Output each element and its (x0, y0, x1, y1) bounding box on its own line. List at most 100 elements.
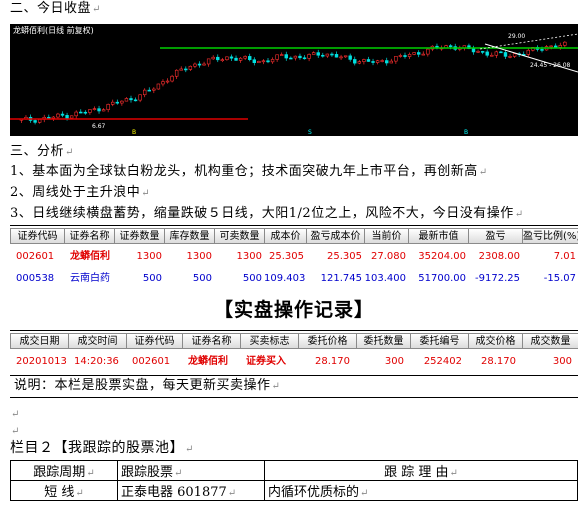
candle-body (334, 54, 339, 58)
candle-body (225, 56, 229, 61)
table-cell: 1300 (186, 251, 212, 262)
marker-b-left: B (132, 129, 136, 136)
pool-row: 短 线↵ 正泰电器 601877↵ 内循环优质标的↵ (10, 480, 578, 501)
candle-body (307, 54, 311, 59)
candle-body (83, 111, 88, 114)
candle-body (193, 63, 197, 67)
candle-body (60, 113, 65, 116)
candle-body (197, 63, 202, 66)
candle-body (47, 116, 51, 119)
candle-body (238, 57, 243, 61)
table-header-cell: 委托价格 (298, 333, 356, 349)
candle-body (220, 59, 225, 62)
candle-body (426, 48, 430, 55)
candle-body (298, 55, 302, 59)
candle-body (321, 54, 325, 57)
candle-body (558, 45, 562, 48)
candle-body (129, 98, 133, 101)
candle-body (563, 41, 567, 46)
candle-body (133, 99, 138, 102)
candle-body (339, 56, 343, 59)
candle-body (211, 56, 215, 60)
candle-body (385, 60, 389, 64)
candle-body (389, 60, 393, 64)
candle-body (394, 55, 398, 62)
table-cell: 龙蟒佰利 (188, 356, 228, 367)
table-header-cell: 证券代码 (126, 333, 182, 349)
candle-body (92, 108, 97, 110)
candle-body (33, 120, 37, 123)
table-cell: 109.403 (264, 273, 306, 284)
marker-b-right: B (464, 129, 468, 136)
candle-body (88, 109, 92, 113)
candle-body (279, 54, 284, 56)
candle-body (234, 57, 238, 61)
candle-body (252, 59, 256, 64)
candle-body (257, 60, 261, 64)
candle-body (174, 69, 179, 77)
label-right: 24.45 - 26.08 (530, 62, 571, 69)
candle-body (343, 55, 348, 58)
table-cell: 002601 (132, 356, 171, 367)
candle-body (111, 101, 115, 105)
candle-body (380, 60, 384, 62)
table-cell: 27.080 (371, 251, 406, 262)
candle-body (179, 68, 183, 71)
stock-kline-chart: 龙蟒佰利(日线 前复权) 29.00 6.67 24.45 - 26.08 B … (10, 24, 578, 136)
candle-body (170, 75, 174, 82)
table-cell: 25.305 (327, 251, 362, 262)
candle-body (138, 94, 142, 101)
candle-body (56, 113, 60, 118)
record-bottom-border (10, 397, 578, 398)
table-header-cell: 可卖数量 (214, 228, 264, 244)
table-cell: 28.170 (315, 356, 350, 367)
candle-body (348, 55, 352, 60)
candle-body (69, 115, 74, 119)
candle-body (490, 54, 494, 57)
candle-body (51, 116, 56, 119)
candle-body (243, 56, 247, 59)
candle-body (353, 59, 357, 64)
candle-body (284, 54, 288, 59)
candle-body (476, 51, 480, 53)
table-header-cell: 成交日期 (10, 333, 68, 349)
candle-body (147, 89, 151, 92)
pool-header-row: 跟踪周期↵ 跟踪股票↵ 跟 踪 理 由↵ (10, 460, 578, 481)
candle-body (330, 53, 334, 56)
candle-body (553, 45, 558, 48)
table-cell: 121.745 (320, 273, 362, 284)
candle-body (37, 119, 42, 123)
table-header-cell: 证券名称 (182, 333, 240, 349)
table-cell: 500 (192, 273, 212, 284)
candle-body (366, 59, 371, 62)
candle-body (115, 101, 120, 104)
candle-body (412, 52, 416, 55)
pool-header-reason: 跟 踪 理 由↵ (264, 460, 578, 481)
candle-body (79, 111, 83, 114)
analysis-point-3: 3、日线继续横盘蓄势，缩量跌破５日线，大阳1/2位之上，风险不大，今日没有操作↵ (10, 206, 524, 221)
pool-cell-cycle: 短 线↵ (10, 480, 118, 501)
table-header-cell: 盈亏成本价 (306, 228, 364, 244)
candle-body (143, 89, 147, 96)
candle-body (407, 54, 412, 57)
candle-body (270, 59, 275, 63)
table-header-cell: 委托编号 (410, 333, 468, 349)
candle-body (106, 104, 110, 110)
table-cell: 252402 (423, 356, 462, 367)
table-header-cell: 库存数量 (164, 228, 214, 244)
pool-header-stock: 跟踪股票↵ (117, 460, 265, 481)
table-cell: 25.305 (269, 251, 304, 262)
table-header-cell: 成交数量 (522, 333, 578, 349)
table-cell: 龙蟒佰利 (70, 251, 110, 262)
table-header-cell: 最新市值 (408, 228, 468, 244)
candle-body (503, 52, 508, 57)
analysis-point-2: 2、周线处于主升浪中↵ (10, 185, 151, 200)
marker-s: S (308, 129, 312, 136)
candle-body (188, 65, 193, 70)
table-cell: 云南白药 (70, 273, 110, 284)
section-title-analysis: 三、分析↵ (10, 144, 74, 159)
candle-body (512, 53, 517, 57)
chart-bottom-strip (10, 128, 578, 136)
candle-body (161, 81, 165, 85)
candle-body (152, 88, 156, 91)
